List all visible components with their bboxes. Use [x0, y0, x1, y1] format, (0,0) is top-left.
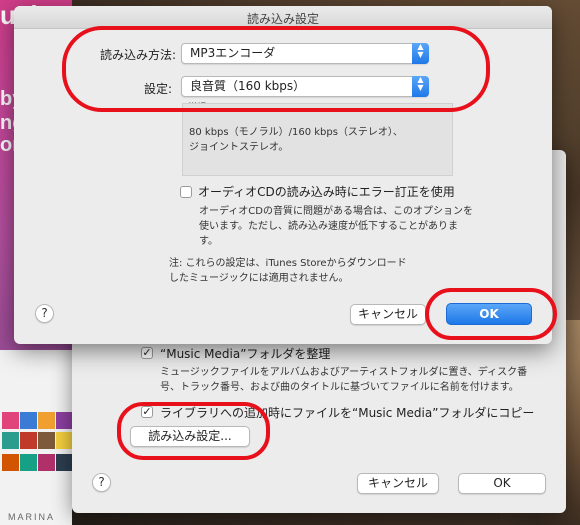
- help-button[interactable]: ?: [92, 473, 111, 492]
- organize-folder-description: ミュージックファイルをアルバムおよびアーティストフォルダに置き、ディスク番: [160, 367, 528, 378]
- note-text: 注: これらの設定は、iTunes Storeからダウンロード: [169, 258, 407, 269]
- album-thumbnail: [56, 412, 73, 429]
- details-text: ジョイントステレオ。: [189, 142, 289, 153]
- cancel-button[interactable]: キャンセル: [357, 473, 439, 494]
- album-thumbnail: [2, 454, 19, 471]
- album-thumbnail: [20, 454, 37, 471]
- annotation-highlight: [117, 402, 270, 460]
- album-thumbnail: [56, 432, 73, 449]
- annotation-highlight: [62, 26, 490, 112]
- background-album-strip: MARINA: [0, 350, 73, 525]
- help-button[interactable]: ?: [35, 304, 54, 323]
- note-text: したミュージックには適用されません。: [169, 273, 349, 284]
- album-thumbnail: [56, 454, 73, 471]
- album-thumbnail: [38, 412, 55, 429]
- organize-folder-description: 号、トラック番号、および曲のタイトルに基づいてファイルに名前を付けます。: [160, 382, 519, 393]
- details-box: 80 kbps（モノラル）/160 kbps（ステレオ）、 ジョイントステレオ。: [182, 103, 453, 176]
- dialog-title: 読み込み設定: [246, 12, 319, 26]
- album-thumbnail: [2, 432, 19, 449]
- album-thumbnail: [20, 412, 37, 429]
- organize-folder-checkbox[interactable]: ✓: [141, 347, 153, 359]
- cancel-button[interactable]: キャンセル: [350, 304, 426, 325]
- album-thumbnail: [20, 432, 37, 449]
- error-correction-description: す。: [199, 236, 218, 247]
- annotation-highlight: [425, 288, 557, 340]
- error-correction-description: オーディオCDの音質に問題がある場合は、このオプションを: [199, 206, 473, 217]
- error-correction-description: 使います。ただし、読み込み速度が低下することがありま: [199, 221, 458, 232]
- organize-folder-label: “Music Media”フォルダを整理: [160, 347, 331, 361]
- error-correction-label: オーディオCDの読み込み時にエラー訂正を使用: [198, 185, 455, 199]
- album-thumbnail: [38, 432, 55, 449]
- album-thumbnail: [2, 412, 19, 429]
- error-correction-checkbox[interactable]: [180, 186, 192, 198]
- album-thumbnail: [38, 454, 55, 471]
- ok-button[interactable]: OK: [458, 473, 546, 494]
- background-album-caption: MARINA: [8, 512, 56, 522]
- details-text: 80 kbps（モノラル）/160 kbps（ステレオ）、: [189, 127, 403, 138]
